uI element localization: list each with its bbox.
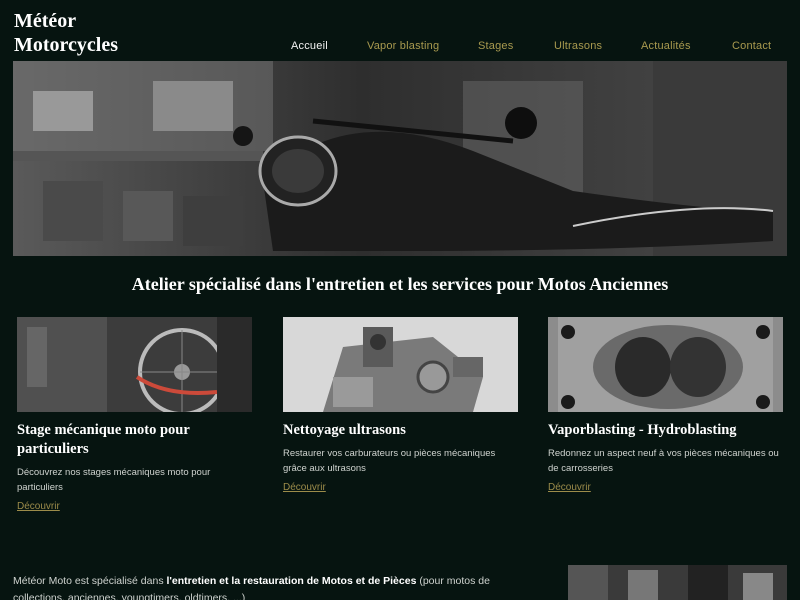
nav-stages[interactable]: Stages (478, 40, 513, 52)
card-image-stage[interactable] (17, 317, 252, 412)
nav-ultrasons[interactable]: Ultrasons (554, 40, 602, 52)
workshop-photo (568, 565, 787, 600)
card-title: Stage mécanique moto pour particuliers (17, 422, 190, 457)
card-stage-mecanique: Stage mécanique moto pour particuliers D… (17, 317, 252, 514)
card-nettoyage-ultrasons: Nettoyage ultrasons Restaurer vos carbur… (283, 317, 518, 495)
brand-line-1: Météor (14, 10, 77, 32)
about-bold: l'entretien et la restauration de Motos … (166, 575, 417, 587)
nav-contact[interactable]: Contact (732, 40, 771, 52)
card-title: Nettoyage ultrasons (283, 422, 406, 438)
page-tagline: Atelier spécialisé dans l'entretien et l… (131, 274, 669, 294)
nav-actualites[interactable]: Actualités (641, 40, 691, 52)
card-text: Redonnez un aspect neuf à vos pièces méc… (548, 448, 779, 474)
card-vaporblasting: Vaporblasting - Hydroblasting Redonnez u… (548, 317, 783, 495)
card-title: Vaporblasting - Hydroblasting (548, 422, 737, 438)
main-navigation: Accueil Vapor blasting Stages Ultrasons … (0, 40, 800, 54)
nav-vapor-blasting[interactable]: Vapor blasting (367, 40, 439, 52)
discover-link[interactable]: Découvrir (17, 501, 60, 512)
card-text: Restaurer vos carburateurs ou pièces méc… (283, 448, 496, 474)
about-paragraph: Météor Moto est spécialisé dans l'entret… (13, 573, 523, 600)
nav-accueil[interactable]: Accueil (291, 40, 328, 52)
hero-image (13, 61, 787, 256)
discover-link[interactable]: Découvrir (283, 482, 326, 493)
card-image-ultrasons[interactable] (283, 317, 518, 412)
card-text: Découvrez nos stages mécaniques moto pou… (17, 467, 211, 493)
about-lead: Météor Moto est spécialisé dans (13, 575, 167, 587)
discover-link[interactable]: Découvrir (548, 482, 591, 493)
card-image-vaporblasting[interactable] (548, 317, 783, 412)
